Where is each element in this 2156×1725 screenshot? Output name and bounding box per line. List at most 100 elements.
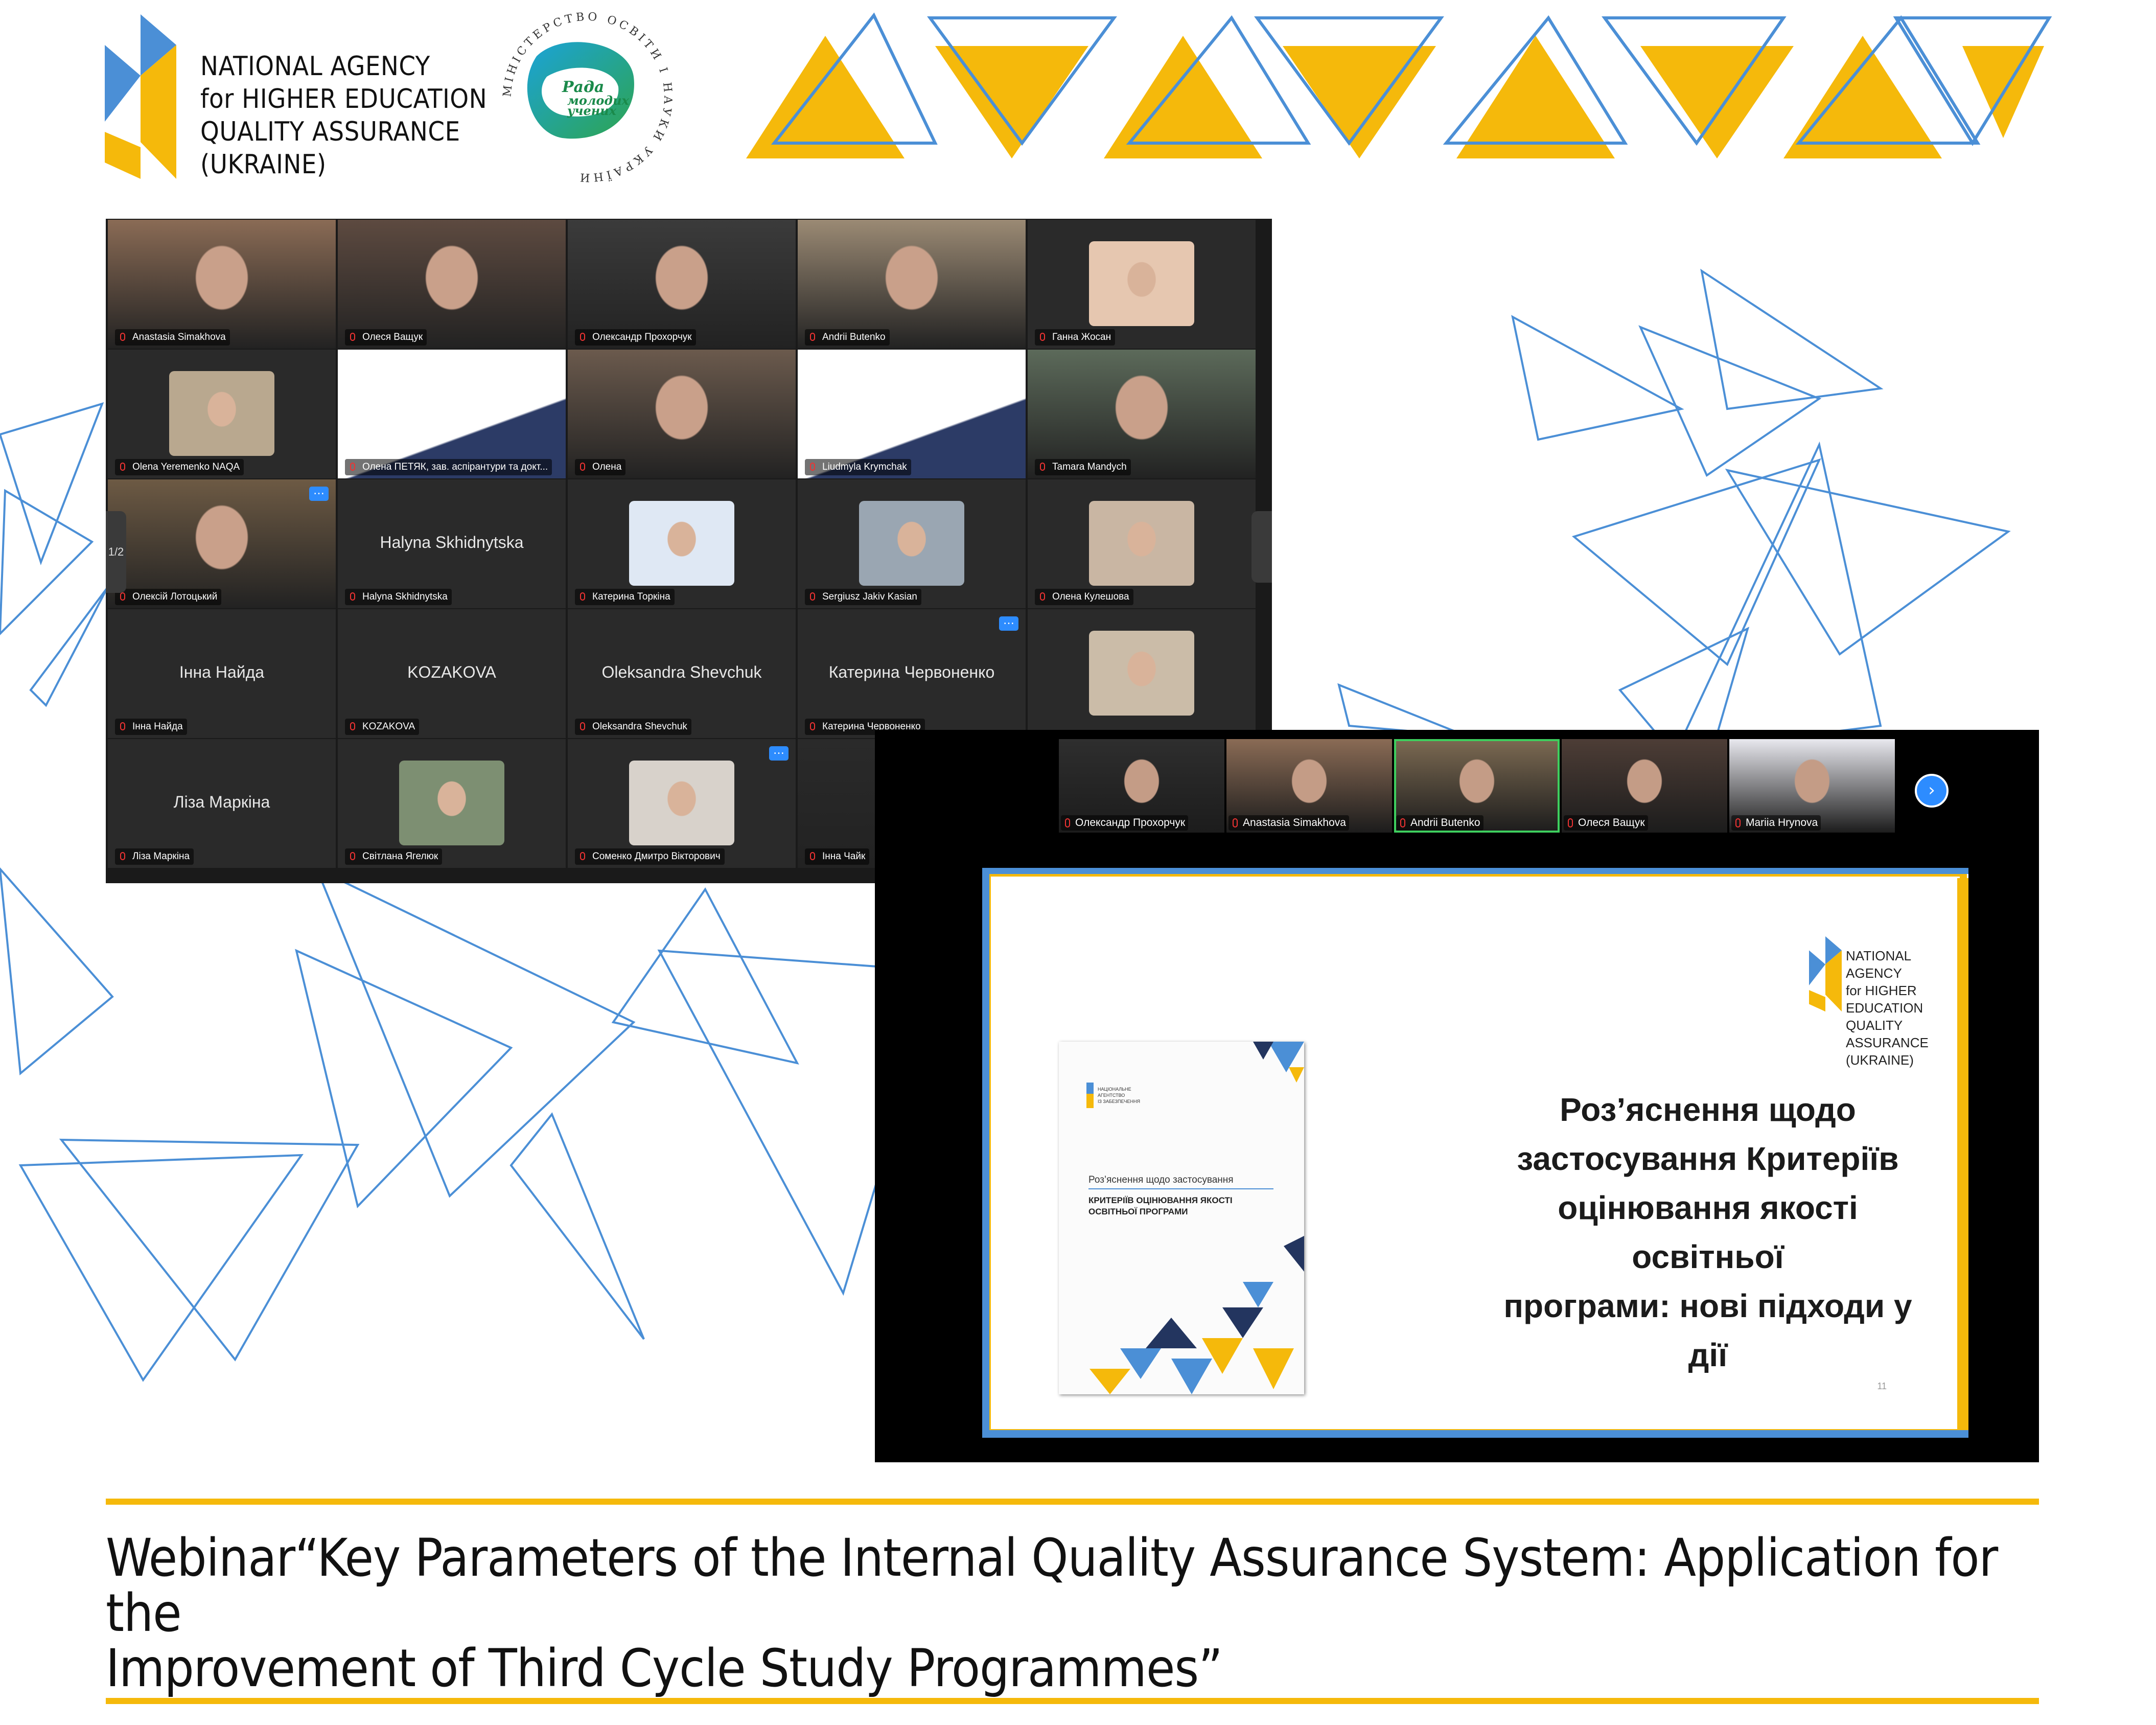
participant-tile[interactable]: Anastasia Simakhova (108, 220, 336, 349)
avatar (859, 501, 964, 586)
participant-display-name: KOZAKOVA (407, 663, 496, 681)
participant-tile[interactable]: Olena Yeremenko NAQA (108, 350, 336, 478)
participant-name-label: KOZAKOVA (345, 719, 420, 735)
agency-line: for HIGHER EDUCATION (200, 84, 488, 114)
slide-title-line: застосування Критеріїв (1517, 1140, 1899, 1177)
brochure-title: КРИТЕРІЇВ ОЦІНЮВАННЯ ЯКОСТІ ОСВІТНЬОЇ ПР… (1088, 1195, 1283, 1217)
svg-text:НАЦІОНАЛЬНЕ: НАЦІОНАЛЬНЕ (1098, 1087, 1131, 1092)
avatar (629, 501, 734, 586)
council-name-line: учених (567, 103, 617, 118)
participant-name-label: Liudmyla Krymchak (805, 459, 911, 475)
gallery-prev-page-button[interactable]: 1/2 (106, 511, 126, 593)
participant-tile[interactable]: … Олексій Лотоцький (108, 479, 336, 608)
participant-display-name: Oleksandra Shevchuk (601, 663, 762, 681)
participant-tile[interactable]: Liudmyla Krymchak (798, 350, 1026, 478)
participant-name-label: Ганна Жосан (1035, 329, 1116, 346)
speaker-name-label: Олеся Ващук (1564, 815, 1648, 831)
participant-display-name: Катерина Червоненко (828, 663, 995, 681)
participant-tile[interactable]: KOZAKOVA KOZAKOVA (338, 609, 566, 738)
participant-name-label: Олена Кулешова (1035, 589, 1133, 605)
participant-name-label: Halyna Skhidnytska (345, 589, 452, 605)
participant-tile[interactable]: Олена ПЕТЯК, зав. аспірантури та докт... (338, 350, 566, 478)
participant-tile[interactable]: Sergiusz Jakiv Kasian (798, 479, 1026, 608)
speaker-strip-tile[interactable]: Олександр Прохорчук (1059, 739, 1224, 833)
participant-tile[interactable]: Oleksandra Shevchuk Oleksandra Shevchuk (568, 609, 796, 738)
more-options-icon[interactable]: … (999, 615, 1018, 631)
slide-agency-name: NATIONAL AGENCY for HIGHER EDUCATION QUA… (1846, 947, 1968, 1069)
agency-line: QUALITY ASSURANCE (200, 117, 460, 147)
participant-tile[interactable]: Ліза Маркіна Ліза Маркіна (108, 739, 336, 868)
slide-page-number: 11 (1877, 1381, 1887, 1391)
participant-name-label: Anastasia Simakhova (115, 329, 230, 346)
agency-name: NATIONAL AGENCY for HIGHER EDUCATION QUA… (200, 50, 487, 181)
shared-slide: NATIONAL AGENCY for HIGHER EDUCATION QUA… (982, 868, 1968, 1438)
participant-display-name: Інна Найда (179, 663, 265, 681)
more-options-icon[interactable]: … (309, 486, 329, 501)
participant-tile[interactable]: Ганна Жосан (1028, 220, 1256, 349)
participant-tile[interactable]: Andrii Butenko (798, 220, 1026, 349)
slide-agency-line: for HIGHER EDUCATION (1846, 983, 1923, 1016)
participant-tile[interactable]: Олеся Ващук (338, 220, 566, 349)
speaker-strip-tile[interactable]: Mariia Hrynova (1729, 739, 1895, 833)
brochure-subtitle: Роз’яснення щодо застосування (1088, 1175, 1234, 1185)
slide-agency-line: QUALITY ASSURANCE (1846, 1018, 1929, 1050)
divider-bottom (106, 1698, 2039, 1704)
avatar (1089, 241, 1194, 326)
participant-tile[interactable]: Катерина Торкіна (568, 479, 796, 608)
participant-tile[interactable]: … Соменко Дмитро Вікторович (568, 739, 796, 868)
speaker-strip-tile[interactable]: Anastasia Simakhova (1226, 739, 1392, 833)
speaker-name-label: Олександр Прохорчук (1061, 815, 1189, 831)
slide-title-line: програми: нові підходи у дії (1503, 1287, 1912, 1373)
participant-name-label: Олександр Прохорчук (575, 329, 696, 346)
speaker-strip-tile[interactable]: Олеся Ващук (1562, 739, 1727, 833)
participant-display-name: Ліза Маркіна (173, 793, 270, 811)
participant-name-label: Tamara Mandych (1035, 459, 1131, 475)
avatar (169, 371, 274, 456)
caption-line: Webinar“Key Parameters of the Internal Q… (106, 1528, 1998, 1644)
participant-tile[interactable]: Катерина Червоненко… Катерина Червоненко (798, 609, 1026, 738)
divider-top (106, 1499, 2039, 1505)
chevron-right-icon[interactable]: › (1915, 774, 1949, 808)
avatar (1089, 501, 1194, 586)
participant-name-label: Andrii Butenko (805, 329, 890, 346)
slide-naqa-logo-icon (1809, 936, 1842, 1012)
participant-tile[interactable] (1028, 609, 1256, 738)
avatar (629, 761, 734, 845)
brochure-cover: НАЦІОНАЛЬНЕ АГЕНТСТВО ІЗ ЗАБЕЗПЕЧЕННЯ Ро… (1059, 1042, 1304, 1394)
speaker-strip-tile[interactable]: Andrii Butenko (1394, 739, 1560, 833)
svg-text:АГЕНТСТВО: АГЕНТСТВО (1098, 1093, 1125, 1098)
young-scientists-council-logo: МІНІСТЕРСТВО ОСВІТИ І НАУКИ УКРАЇНИ Рада… (501, 11, 671, 184)
participant-tile[interactable]: Олена Кулешова (1028, 479, 1256, 608)
page-indicator: 1/2 (108, 545, 124, 558)
brochure-title-line: ОСВІТНЬОЇ ПРОГРАМИ (1088, 1207, 1188, 1216)
webinar-caption: Webinar“Key Parameters of the Internal Q… (106, 1531, 2043, 1696)
avatar (399, 761, 504, 845)
more-options-icon[interactable]: … (769, 745, 789, 761)
avatar (1089, 631, 1194, 716)
slide-title-line: Роз’яснення щодо (1560, 1091, 1856, 1128)
participant-tile[interactable]: Інна Найда Інна Найда (108, 609, 336, 738)
participant-name-label: Світлана Ягелюк (345, 848, 443, 865)
naqa-logo (105, 14, 176, 179)
participant-tile[interactable]: Олена (568, 350, 796, 478)
agency-line: NATIONAL AGENCY (200, 51, 430, 82)
participant-tile[interactable]: Світлана Ягелюк (338, 739, 566, 868)
brochure-title-line: КРИТЕРІЇВ ОЦІНЮВАННЯ ЯКОСТІ (1088, 1195, 1233, 1205)
caption-line: Improvement of Third Cycle Study Program… (106, 1638, 1223, 1699)
zoom-presentation-screenshot: Олександр Прохорчук Anastasia Simakhova An… (875, 730, 2039, 1462)
header-triangle-pattern (746, 12, 2052, 158)
participant-name-label: Oleksandra Shevchuk (575, 719, 691, 735)
participant-name-label: Катерина Торкіна (575, 589, 675, 605)
agency-line: (UKRAINE) (200, 149, 327, 180)
participant-tile[interactable]: Tamara Mandych (1028, 350, 1256, 478)
participant-name-label: Соменко Дмитро Вікторович (575, 848, 725, 865)
participant-tile[interactable]: Олександр Прохорчук (568, 220, 796, 349)
slide-agency-line: NATIONAL AGENCY (1846, 948, 1911, 981)
gallery-next-page-button[interactable] (1251, 511, 1272, 583)
slide-title-line: оцінювання якості освітньої (1558, 1189, 1858, 1275)
speaker-name-label: Anastasia Simakhova (1228, 815, 1349, 831)
svg-text:ІЗ ЗАБЕЗПЕЧЕННЯ: ІЗ ЗАБЕЗПЕЧЕННЯ (1098, 1099, 1140, 1104)
participant-name-label: Ліза Маркіна (115, 848, 194, 865)
participant-name-label: Олексій Лотоцький (115, 589, 222, 605)
participant-tile[interactable]: Halyna Skhidnytska Halyna Skhidnytska (338, 479, 566, 608)
